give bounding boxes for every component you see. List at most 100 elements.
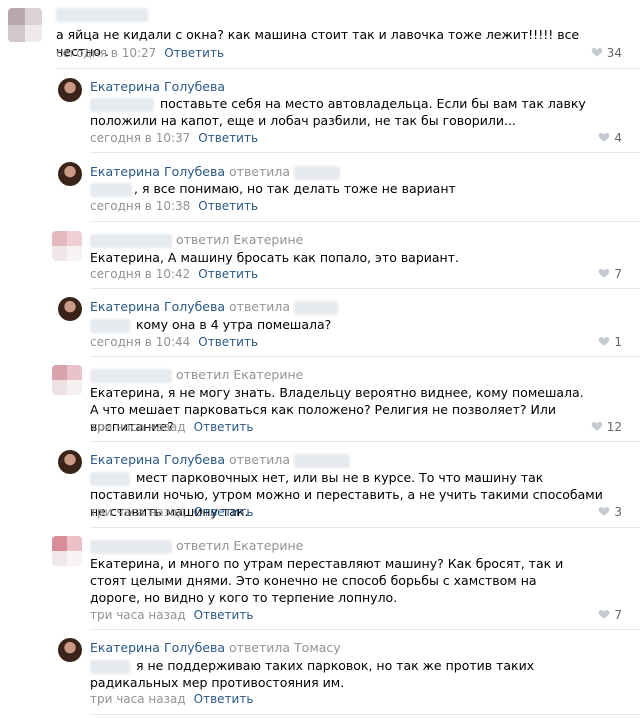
avatar-blurred[interactable]	[52, 365, 82, 395]
comment-body: кому она в 4 утра помешала?	[135, 317, 332, 332]
author-name[interactable]: Екатерина Голубева	[90, 452, 225, 467]
divider	[90, 152, 640, 153]
comment-body: я не поддерживаю таких парковок, но так …	[90, 658, 535, 690]
avatar-user-photo[interactable]	[58, 78, 82, 102]
replied-to: ответил Екатерине	[175, 367, 304, 382]
blurred-name	[90, 182, 132, 197]
comment-meta: сегодня в 10:37 Ответить	[90, 131, 258, 145]
reply-button[interactable]: Ответить	[194, 692, 254, 706]
comment-time[interactable]: сегодня в 10:44	[90, 335, 190, 349]
author-line: ответил Екатерине	[90, 538, 303, 554]
avatar-blurred[interactable]	[8, 8, 42, 42]
author-name[interactable]: Екатерина Голубева	[90, 640, 225, 655]
like-button[interactable]: 3	[598, 505, 622, 519]
comment-meta: три часа назад Ответить	[90, 505, 253, 519]
comment-time[interactable]: сегодня в 10:37	[90, 131, 190, 145]
comment-meta: сегодня в 10:44 Ответить	[90, 335, 258, 349]
like-button[interactable]: 34	[591, 46, 622, 60]
heart-icon	[599, 610, 610, 619]
blurred-name	[294, 300, 339, 315]
author-name-blurred[interactable]	[90, 368, 172, 383]
replied-to: ответила Томасу	[229, 640, 341, 655]
author-line: ответил Екатерине	[90, 367, 303, 383]
reply-button[interactable]: Ответить	[194, 420, 254, 434]
avatar-blurred[interactable]	[52, 231, 82, 261]
divider	[90, 356, 640, 357]
author-name[interactable]: Екатерина Голубева	[90, 79, 225, 94]
divider	[90, 288, 640, 289]
like-count: 7	[614, 267, 622, 281]
blurred-name	[90, 97, 154, 112]
avatar-blurred[interactable]	[52, 536, 82, 566]
author-line: Екатерина Голубева ответила Томасу	[90, 640, 341, 655]
divider	[56, 68, 640, 69]
like-count: 34	[606, 46, 622, 60]
reply-button[interactable]: Ответить	[198, 199, 258, 213]
heart-icon	[591, 422, 603, 431]
replied-to: ответила	[229, 164, 291, 179]
author-line: Екатерина Голубева ответила	[90, 164, 341, 180]
avatar-user-photo[interactable]	[58, 162, 82, 186]
comment-time[interactable]: сегодня в 10:42	[90, 267, 190, 281]
like-count: 3	[614, 505, 622, 519]
comment-text: Екатерина, А машину бросать как попало, …	[90, 250, 459, 265]
reply-button[interactable]: Ответить	[194, 505, 254, 519]
divider	[90, 714, 640, 715]
blurred-name	[294, 453, 351, 468]
comment-time[interactable]: сегодня в 10:27	[56, 46, 156, 60]
author-line: Екатерина Голубева ответила	[90, 299, 339, 315]
comment-time[interactable]: три часа назад	[90, 692, 186, 706]
reply-button[interactable]: Ответить	[198, 131, 258, 145]
replied-to: ответила	[229, 452, 291, 467]
avatar-user-photo[interactable]	[58, 297, 82, 321]
comment-meta: три часа назад Ответить	[90, 420, 253, 434]
author-line: ответил Екатерине	[90, 232, 303, 248]
like-count: 4	[614, 131, 622, 145]
like-button[interactable]: 4	[598, 131, 622, 145]
replied-to: ответил Екатерине	[175, 232, 304, 247]
comment-body: поставьте себя на место автовладельца. Е…	[90, 96, 586, 128]
comment-meta: три часа назад Ответить	[90, 692, 253, 706]
reply-button[interactable]: Ответить	[198, 267, 258, 281]
heart-icon	[599, 337, 610, 346]
comment-body: , я все понимаю, но так делать тоже не в…	[134, 181, 456, 196]
comment-time[interactable]: три часа назад	[90, 505, 186, 519]
author-line: Екатерина Голубева ответила	[90, 452, 351, 468]
blurred-name	[90, 659, 130, 674]
divider	[90, 629, 640, 630]
like-button[interactable]: 1	[598, 335, 622, 349]
author-name-blurred[interactable]	[56, 6, 148, 22]
author-name-blurred[interactable]	[90, 233, 172, 248]
author-name-blurred[interactable]	[90, 539, 172, 554]
comment-meta: сегодня в 10:42 Ответить	[90, 267, 258, 281]
avatar-user-photo[interactable]	[58, 638, 82, 662]
like-button[interactable]: 7	[598, 608, 622, 622]
blurred-name	[90, 318, 130, 333]
author-name[interactable]: Екатерина Голубева	[90, 164, 225, 179]
comment-time[interactable]: сегодня в 10:38	[90, 199, 190, 213]
avatar-user-photo[interactable]	[58, 450, 82, 474]
heart-icon	[599, 269, 610, 278]
blurred-name	[90, 471, 130, 486]
like-count: 7	[614, 608, 622, 622]
author-name[interactable]: Екатерина Голубева	[90, 299, 225, 314]
comment-text: поставьте себя на место автовладельца. Е…	[90, 95, 610, 129]
like-button[interactable]: 7	[598, 267, 622, 281]
heart-icon	[591, 48, 603, 57]
reply-button[interactable]: Ответить	[164, 46, 224, 60]
comment-time[interactable]: три часа назад	[90, 608, 186, 622]
heart-icon	[599, 133, 610, 142]
comment-text: Екатерина, и много по утрам переставляют…	[90, 556, 564, 605]
comment-time[interactable]: три часа назад	[90, 420, 186, 434]
reply-button[interactable]: Ответить	[194, 608, 254, 622]
like-button[interactable]: 12	[591, 420, 622, 434]
reply-button[interactable]: Ответить	[198, 335, 258, 349]
comment-text: кому она в 4 утра помешала?	[90, 316, 610, 333]
comment-meta: сегодня в 10:38 Ответить	[90, 199, 258, 213]
comment-text: я не поддерживаю таких парковок, но так …	[90, 657, 610, 691]
divider	[90, 527, 640, 528]
divider	[90, 441, 640, 442]
comment-meta: три часа назад Ответить	[90, 608, 253, 622]
like-count: 12	[606, 420, 622, 434]
heart-icon	[599, 507, 610, 516]
